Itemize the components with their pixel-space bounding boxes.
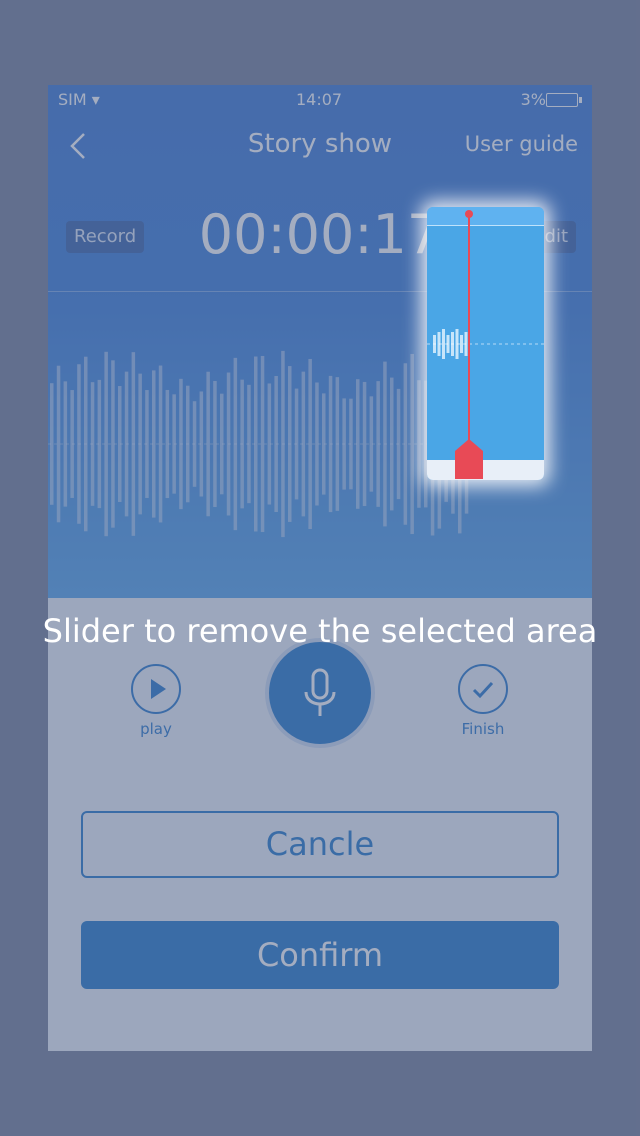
selection-bottom-bar	[427, 460, 544, 480]
status-bar: SIM ▾ 14:07 3%	[48, 85, 592, 113]
slider-handle[interactable]	[454, 439, 484, 479]
finish-button[interactable]: Finish	[453, 664, 513, 738]
cancel-button[interactable]: Cancle	[81, 811, 559, 878]
waveform-bars	[48, 350, 478, 538]
finish-label: Finish	[461, 720, 505, 738]
microphone-icon	[304, 668, 336, 716]
playhead-line	[468, 215, 470, 445]
selected-area[interactable]	[427, 207, 544, 480]
playhead-dot	[465, 210, 473, 218]
play-label: play	[140, 720, 172, 738]
selection-bar	[460, 335, 463, 353]
selection-bar	[442, 329, 445, 359]
battery-icon	[546, 93, 582, 107]
battery-percent: 3%	[520, 90, 546, 109]
hint-text: Slider to remove the selected area	[42, 612, 598, 650]
microphone-button[interactable]	[265, 638, 375, 748]
selection-waveform	[427, 329, 544, 359]
waveform-bar	[158, 365, 163, 523]
check-icon	[458, 664, 508, 714]
confirm-button[interactable]: Confirm	[81, 921, 559, 989]
controls-panel: play Finish Cancle Confirm	[48, 598, 592, 1051]
carrier: SIM ▾	[58, 90, 100, 109]
play-button[interactable]: play	[126, 664, 186, 738]
user-guide-link[interactable]: User guide	[465, 132, 578, 156]
play-icon	[131, 664, 181, 714]
waveform-bar	[260, 355, 265, 533]
waveform-bar	[362, 381, 367, 507]
waveform-bar	[56, 365, 61, 523]
clock: 14:07	[296, 90, 343, 109]
